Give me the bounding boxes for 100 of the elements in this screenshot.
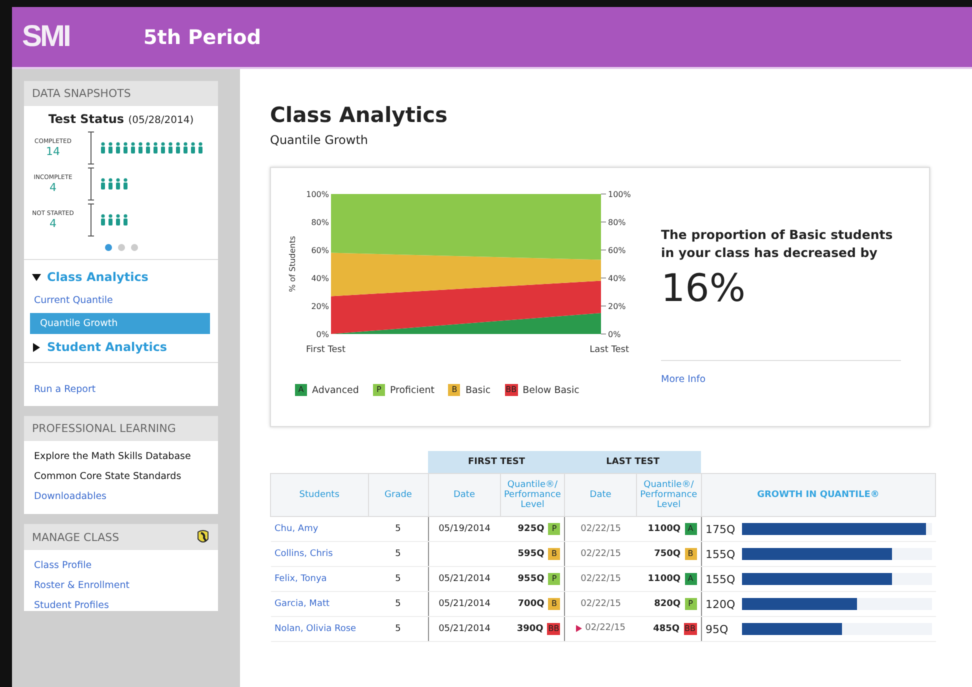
table-cell: 5 <box>368 516 428 542</box>
column-header[interactable]: Date <box>428 474 500 516</box>
snapshot-date: (05/28/2014) <box>128 115 194 126</box>
column-header[interactable]: Quantile®/ Performance Level <box>500 474 565 516</box>
column-header[interactable]: GROWTH IN QUANTILE® <box>701 474 936 516</box>
sidebar-link[interactable]: Roster & Enrollment <box>34 580 208 591</box>
table-cell: 05/21/2014 <box>428 616 500 642</box>
x-category-label: Last Test <box>590 345 629 355</box>
level-badge: A <box>684 573 696 585</box>
level-badge: B <box>548 548 560 560</box>
nav-section[interactable]: Class Analytics <box>24 266 218 288</box>
nav-item[interactable]: Quantile Growth <box>30 313 210 334</box>
quantile-value: 955Q <box>518 574 544 584</box>
column-group-header: FIRST TEST <box>428 451 565 474</box>
table-cell: 5 <box>368 566 428 592</box>
growth-value: 155Q <box>706 548 736 560</box>
page-subtitle: Quantile Growth <box>270 133 370 147</box>
legend-swatch: A <box>295 384 307 396</box>
page-title: Class Analytics <box>270 103 449 127</box>
level-badge: B <box>684 548 696 560</box>
legend-swatch: P <box>372 384 385 396</box>
caret-icon <box>32 342 41 352</box>
sidebar-link[interactable]: Explore the Math Skills Database <box>34 451 208 462</box>
growth-value: 120Q <box>706 598 736 610</box>
table-cell: 02/22/15 <box>580 549 622 559</box>
y-tick-label: 60% <box>311 246 329 255</box>
sidebar-link[interactable]: Downloadables <box>34 491 208 502</box>
y-axis-label: % of Students <box>288 236 297 292</box>
legend-swatch: B <box>448 384 460 396</box>
sidebar-link[interactable]: Student Profiles <box>34 600 208 611</box>
bracket-icon <box>87 131 95 165</box>
carousel-dot[interactable] <box>118 244 124 251</box>
y-tick-label: 80% <box>311 218 329 227</box>
column-header[interactable]: Students <box>270 474 368 516</box>
summary-value: 16% <box>661 266 746 310</box>
legend-swatch: BB <box>504 384 518 396</box>
legend-label: Below Basic <box>522 384 580 396</box>
y-tick-label: 0% <box>608 330 621 339</box>
quantile-value: 1100Q <box>648 524 680 534</box>
legend-label: Advanced <box>312 384 359 396</box>
level-badge: A <box>684 523 696 535</box>
student-name-link[interactable]: Felix, Tonya <box>270 566 368 592</box>
caret-icon <box>32 272 41 282</box>
student-name-link[interactable]: Collins, Chris <box>270 542 368 566</box>
quantile-value: 750Q <box>654 549 680 559</box>
carousel-dot[interactable] <box>130 244 138 251</box>
bracket-icon <box>87 167 95 201</box>
status-count: 4 <box>50 217 56 230</box>
y-tick-label: 20% <box>608 302 626 311</box>
student-name-link[interactable]: Nolan, Olivia Rose <box>270 616 368 642</box>
column-header[interactable]: Date <box>564 474 636 516</box>
y-tick-label: 100% <box>608 190 631 199</box>
student-name-link[interactable]: Garcia, Matt <box>270 592 368 616</box>
y-tick-label: 40% <box>311 274 329 283</box>
legend-label: Basic <box>465 384 491 396</box>
level-badge: BB <box>684 623 696 635</box>
status-count: 14 <box>46 145 60 158</box>
level-badge: BB <box>547 623 560 635</box>
table-cell: 02/22/15 <box>580 524 622 534</box>
table-cell: 02/22/15 <box>580 599 622 609</box>
student-name-link[interactable]: Chu, Amy <box>270 516 368 542</box>
status-count: 4 <box>50 181 56 194</box>
quantile-value: 1100Q <box>648 574 680 584</box>
snapshot-title: Test Status <box>48 112 124 126</box>
table-cell: 02/22/15 <box>580 574 622 584</box>
column-header[interactable]: Quantile®/ Performance Level <box>636 474 701 516</box>
sidebar-link[interactable]: Common Core State Standards <box>34 471 208 482</box>
table-cell: 5 <box>368 542 428 566</box>
quantile-value: 820Q <box>654 599 680 609</box>
nav-section[interactable]: Student Analytics <box>24 336 218 358</box>
y-tick-label: 40% <box>608 274 626 283</box>
section-heading: PROFESSIONAL LEARNING <box>24 416 218 441</box>
level-badge: P <box>548 573 560 585</box>
level-badge: P <box>684 598 696 610</box>
carousel-dot[interactable] <box>104 244 112 251</box>
people-icon <box>100 214 130 226</box>
page-header-title: 5th Period <box>143 25 262 49</box>
more-info-link[interactable]: More Info <box>661 374 706 385</box>
table-cell: 02/22/15 <box>585 623 626 634</box>
run-report-link[interactable]: Run a Report <box>34 384 96 395</box>
level-badge: P <box>548 523 560 535</box>
people-icon <box>100 142 205 154</box>
quantile-value: 700Q <box>518 599 544 609</box>
quantile-value: 595Q <box>518 549 544 559</box>
table-cell: 5 <box>368 592 428 616</box>
quantile-value: 390Q <box>516 624 544 634</box>
legend-label: Proficient <box>390 384 434 396</box>
people-icon <box>100 178 130 190</box>
y-tick-label: 20% <box>311 302 329 311</box>
y-tick-label: 80% <box>608 218 626 227</box>
table-cell: 05/19/2014 <box>428 516 500 542</box>
table-cell: 05/21/2014 <box>428 566 500 592</box>
sidebar-link[interactable]: Class Profile <box>34 560 208 571</box>
column-header[interactable]: Grade <box>368 474 428 516</box>
nav-item[interactable]: Current Quantile <box>24 290 218 311</box>
y-tick-label: 100% <box>306 190 329 199</box>
growth-value: 95Q <box>706 622 730 636</box>
summary-text: The proportion of Basic students in your class has decreased by <box>661 226 894 262</box>
table-cell: 5 <box>368 616 428 642</box>
logo: SMI <box>22 20 70 54</box>
